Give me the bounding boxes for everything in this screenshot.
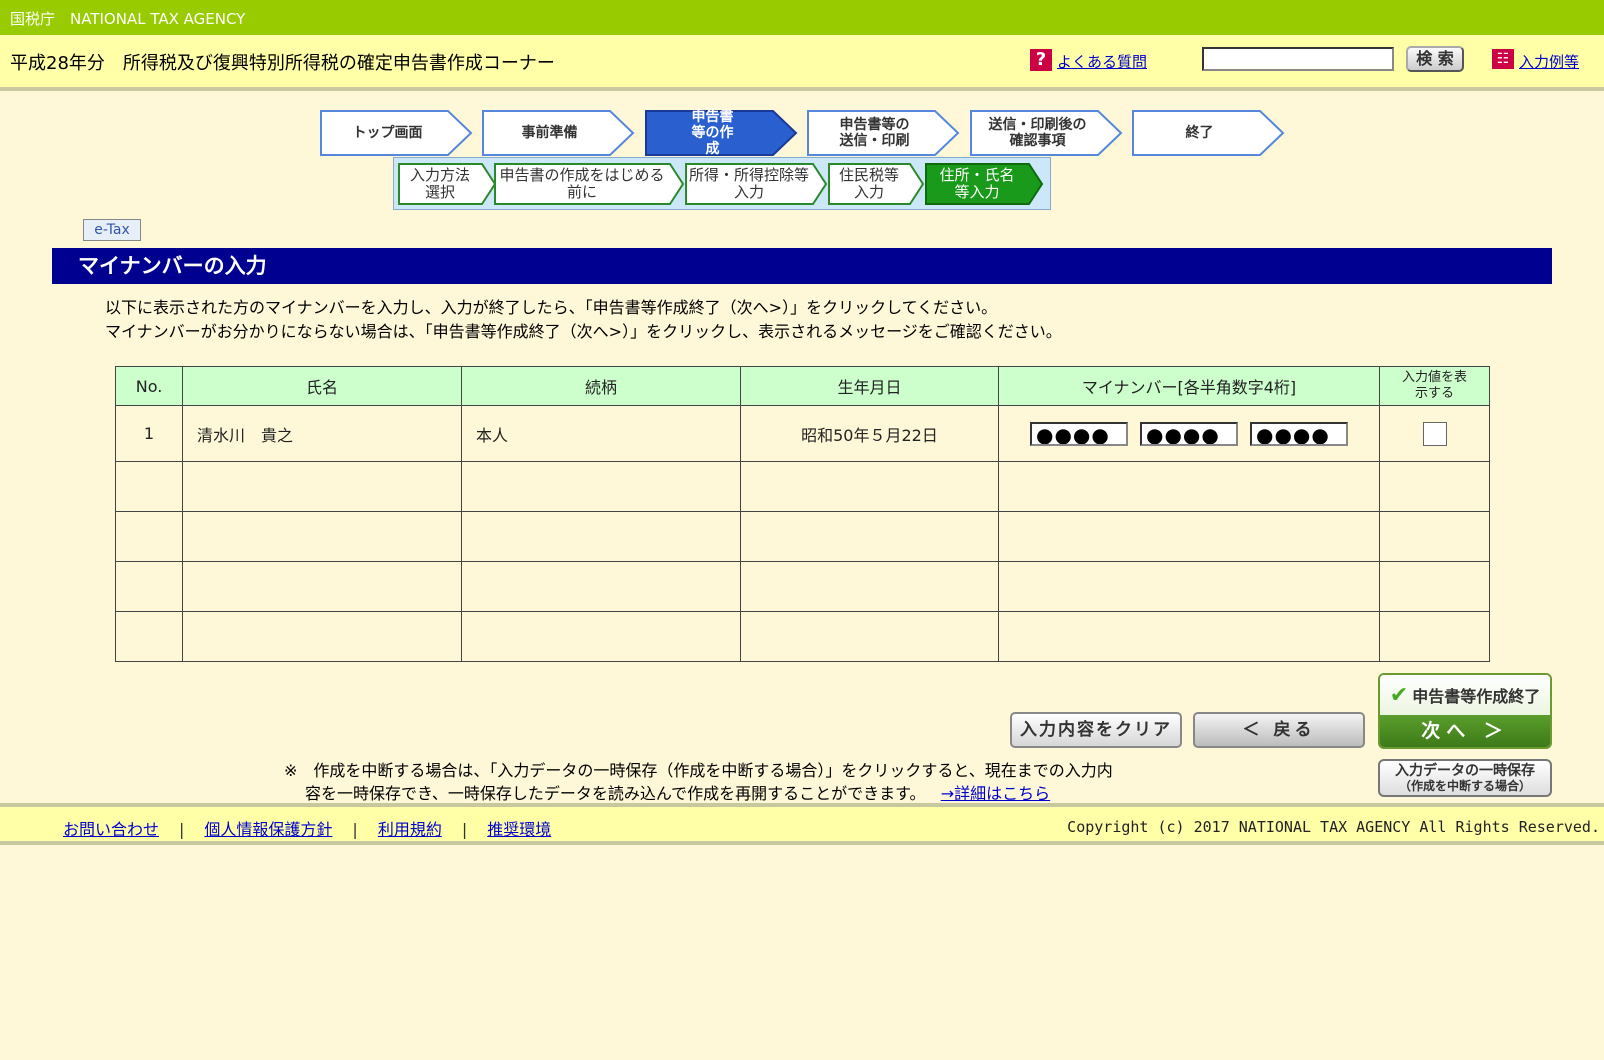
substep-label: 住民税等入力	[838, 166, 899, 201]
step-label: 申告書等の作成	[691, 109, 734, 157]
step-label: 終了	[1185, 125, 1214, 141]
cell-name: 清水川 貴之	[182, 405, 462, 462]
next-label: 次へ ＞	[1380, 715, 1550, 747]
substep-label: 入力方法選択	[409, 166, 470, 201]
col-header-birthdate: 生年月日	[740, 366, 999, 406]
substep-label: 申告書の作成をはじめる前に	[499, 166, 665, 201]
footer-separator: |	[352, 820, 358, 839]
checkmark-icon: ✔	[1389, 682, 1409, 708]
col-header-relation: 続柄	[461, 366, 741, 406]
section-title: マイナンバーの入力	[52, 248, 1552, 284]
footer-link-terms[interactable]: 利用規約	[378, 820, 442, 839]
footer-link-environment[interactable]: 推奨環境	[487, 820, 551, 839]
cell-show-value	[1379, 405, 1490, 462]
table-row	[115, 511, 1490, 562]
cell-no: 1	[115, 405, 183, 462]
etax-badge: e-Tax	[83, 219, 141, 241]
note-line: 容を一時保存でき、一時保存したデータを読み込んで作成を再開することができます。 …	[305, 780, 1050, 804]
substep-label: 所得・所得控除等入力	[688, 166, 809, 201]
faq-link[interactable]: よくある質問	[1057, 51, 1147, 72]
table-row: 1 清水川 貴之 本人 昭和50年５月22日 ●●●● ●●●● ●●●●	[115, 405, 1490, 462]
footer: お問い合わせ | 個人情報保護方針 | 利用規約 | 推奨環境 Copyright (c) …	[0, 803, 1604, 845]
cell-birthdate: 昭和50年５月22日	[740, 405, 999, 462]
temporary-save-button[interactable]: 入力データの一時保存 （作成を中断する場合）	[1378, 759, 1552, 797]
agency-bar: 国税庁 NATIONAL TAX AGENCY	[0, 0, 1604, 35]
show-value-checkbox[interactable]	[1422, 421, 1447, 446]
copyright: Copyright (c) 2017 NATIONAL TAX AGENCY A…	[1067, 818, 1600, 836]
col-header-mynumber: マイナンバー[各半角数字4桁]	[998, 366, 1380, 406]
finish-label: 申告書等作成終了	[1412, 687, 1541, 706]
footer-links: お問い合わせ | 個人情報保護方針 | 利用規約 | 推奨環境	[63, 816, 551, 840]
substep-bar: 入力方法選択 申告書の作成をはじめる前に 所得・所得控除等入力 住民税等入力 住…	[393, 157, 1051, 210]
search-input[interactable]	[1202, 47, 1394, 71]
mynumber-input-2[interactable]: ●●●●	[1140, 421, 1238, 446]
table-header-row: No. 氏名 続柄 生年月日 マイナンバー[各半角数字4桁] 入力値を表示する	[115, 366, 1490, 406]
finish-next-button[interactable]: ✔ 申告書等作成終了 次へ ＞	[1378, 673, 1552, 749]
book-icon[interactable]: ☷	[1492, 49, 1514, 69]
table-row	[115, 611, 1490, 662]
table-row	[115, 461, 1490, 512]
question-icon[interactable]: ?	[1030, 49, 1052, 71]
note-text: 容を一時保存でき、一時保存したデータを読み込んで作成を再開することができます。	[305, 784, 926, 803]
note-line: ※ 作成を中断する場合は、「入力データの一時保存（作成を中断する場合）」をクリッ…	[284, 761, 1113, 780]
mynumber-input-3[interactable]: ●●●●	[1250, 421, 1348, 446]
table-row	[115, 561, 1490, 612]
substep-label: 住所・氏名等入力	[939, 166, 1015, 201]
col-header-name: 氏名	[182, 366, 462, 406]
page-title: 平成28年分 所得税及び復興特別所得税の確定申告書作成コーナー	[10, 53, 555, 74]
cell-mynumber: ●●●● ●●●● ●●●●	[998, 405, 1380, 462]
mynumber-table: No. 氏名 続柄 生年月日 マイナンバー[各半角数字4桁] 入力値を表示する …	[115, 366, 1490, 662]
search-button[interactable]: 検 索	[1406, 46, 1464, 72]
step-label: 送信・印刷後の確認事項	[988, 117, 1087, 149]
finish-button-upper: ✔ 申告書等作成終了	[1380, 675, 1550, 715]
agency-name: 国税庁 NATIONAL TAX AGENCY	[10, 10, 246, 28]
input-example-link[interactable]: 入力例等	[1519, 51, 1579, 72]
step-label: トップ画面	[352, 125, 423, 141]
instruction-line: マイナンバーがお分かりにならない場合は、「申告書等作成終了（次へ>）」をクリック…	[105, 322, 1062, 341]
cell-relation: 本人	[461, 405, 741, 462]
page-header: 平成28年分 所得税及び復興特別所得税の確定申告書作成コーナー ? よくある質問…	[0, 35, 1604, 91]
mynumber-input-1[interactable]: ●●●●	[1030, 421, 1128, 446]
footer-separator: |	[179, 820, 185, 839]
save-sublabel: （作成を中断する場合）	[1398, 779, 1531, 793]
footer-link-privacy[interactable]: 個人情報保護方針	[204, 820, 332, 839]
footer-link-contact[interactable]: お問い合わせ	[63, 820, 159, 839]
instruction-line: 以下に表示された方のマイナンバーを入力し、入力が終了したら、「申告書等作成終了（…	[105, 298, 998, 317]
footer-separator: |	[461, 820, 468, 839]
save-label: 入力データの一時保存	[1395, 763, 1535, 779]
clear-input-button[interactable]: 入力内容をクリア	[1010, 712, 1182, 748]
back-button[interactable]: ＜ 戻る	[1193, 712, 1365, 748]
col-header-show-value: 入力値を表示する	[1379, 366, 1490, 406]
col-header-no: No.	[115, 366, 183, 406]
step-label: 申告書等の送信・印刷	[839, 117, 910, 149]
detail-link[interactable]: →詳細はこちら	[941, 784, 1050, 803]
step-label: 事前準備	[521, 125, 578, 141]
